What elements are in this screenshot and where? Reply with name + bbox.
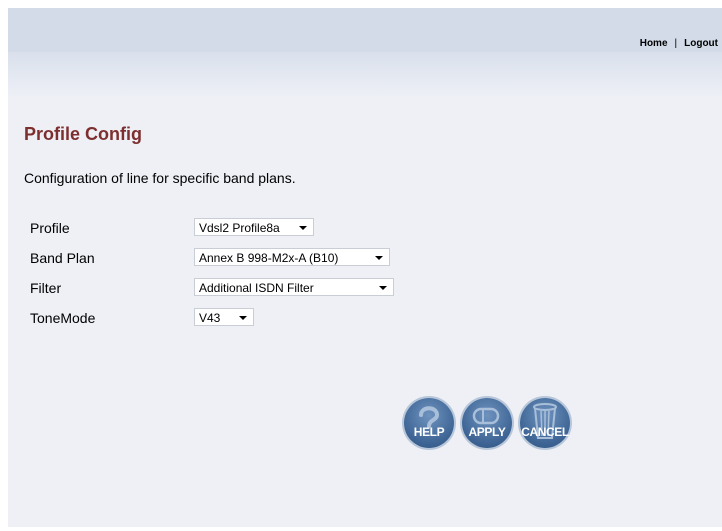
home-link[interactable]: Home [640,38,668,49]
filter-label: Filter [30,280,62,296]
profile-select-value: Vdsl2 Profile8a [199,221,280,235]
tone-mode-select[interactable]: V43 [194,308,254,326]
chevron-down-icon [239,316,247,320]
cancel-button[interactable]: CANCEL [520,398,570,448]
profile-label: Profile [30,220,70,236]
tone-mode-select-value: V43 [199,311,221,325]
logout-link[interactable]: Logout [684,38,718,49]
page-description: Configuration of line for specific band … [24,170,296,186]
page-title: Profile Config [24,124,142,144]
tone-mode-label: ToneMode [30,310,96,326]
help-button-label: HELP [413,425,445,439]
profile-select[interactable]: Vdsl2 Profile8a [194,218,314,236]
chevron-down-icon [299,226,307,230]
header-gradient [8,52,722,98]
chevron-down-icon [379,286,387,290]
apply-button-label: APPLY [468,425,506,439]
chevron-down-icon [375,256,383,260]
band-plan-select-value: Annex B 998-M2x-A (B10) [199,251,339,265]
band-plan-select[interactable]: Annex B 998-M2x-A (B10) [194,248,390,266]
header-bar: Home | Logout [8,8,722,52]
top-nav: Home | Logout [640,38,718,49]
question-icon [419,406,440,428]
page-frame: Home | Logout Profile Config Configuration… [8,8,722,527]
apply-icon [472,407,500,425]
help-button[interactable]: HELP [404,398,454,448]
cancel-button-label: CANCEL [521,425,569,439]
trash-icon [533,403,557,439]
band-plan-label: Band Plan [30,250,95,266]
nav-separator: | [674,38,678,49]
filter-select-value: Additional ISDN Filter [199,281,314,295]
apply-button[interactable]: APPLY [462,398,512,448]
filter-select[interactable]: Additional ISDN Filter [194,278,394,296]
